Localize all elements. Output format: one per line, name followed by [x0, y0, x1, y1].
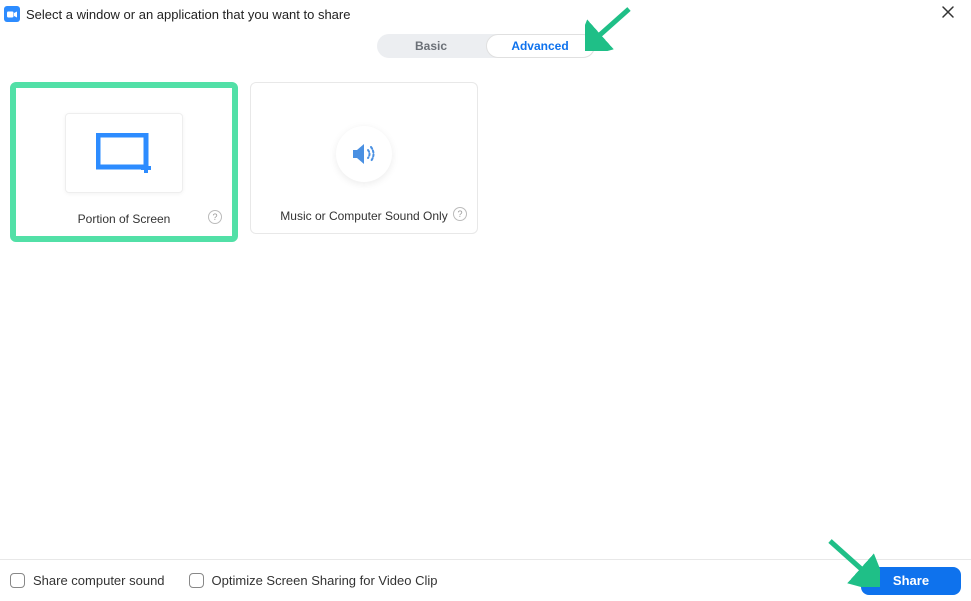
help-icon[interactable]: ?	[453, 207, 467, 221]
option-label-row: Portion of Screen	[78, 212, 171, 226]
optimize-label: Optimize Screen Sharing for Video Clip	[212, 573, 438, 588]
share-options-area: Portion of Screen ? Music or Computer So…	[0, 58, 971, 242]
tab-container: Basic Advanced	[377, 34, 595, 58]
option-portion-of-screen[interactable]: Portion of Screen ?	[10, 82, 238, 242]
tab-bar: Basic Advanced	[0, 34, 971, 58]
tab-basic[interactable]: Basic	[377, 34, 486, 58]
share-button[interactable]: Share	[861, 567, 961, 595]
option-portion-label: Portion of Screen	[78, 212, 171, 226]
option-label-row: Music or Computer Sound Only	[280, 209, 447, 223]
zoom-app-icon	[4, 6, 20, 22]
window-header: Select a window or an application that y…	[0, 0, 971, 24]
tab-advanced[interactable]: Advanced	[486, 34, 595, 58]
checkbox-icon	[189, 573, 204, 588]
screen-crop-icon	[96, 133, 152, 173]
optimize-video-checkbox[interactable]: Optimize Screen Sharing for Video Clip	[189, 573, 438, 588]
footer-bar: Share computer sound Optimize Screen Sha…	[0, 559, 971, 601]
share-sound-checkbox[interactable]: Share computer sound	[10, 573, 165, 588]
share-sound-label: Share computer sound	[33, 573, 165, 588]
window-title: Select a window or an application that y…	[26, 7, 935, 22]
checkbox-icon	[10, 573, 25, 588]
close-icon	[941, 5, 955, 19]
option-sound-label: Music or Computer Sound Only	[280, 209, 447, 223]
option-computer-sound[interactable]: Music or Computer Sound Only ?	[250, 82, 478, 234]
close-button[interactable]	[935, 5, 961, 24]
help-icon[interactable]: ?	[208, 210, 222, 224]
portion-icon-box	[65, 113, 183, 193]
speaker-icon	[351, 143, 377, 165]
sound-icon-circle	[336, 126, 392, 182]
